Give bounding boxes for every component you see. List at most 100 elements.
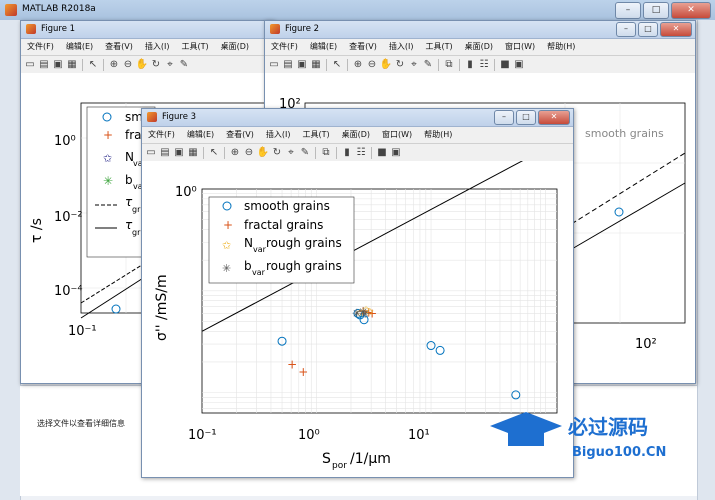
- data-cursor-icon[interactable]: ⌖: [408, 59, 420, 71]
- svg-text:/1/μm: /1/μm: [350, 451, 391, 467]
- rotate-icon[interactable]: ↻: [394, 59, 406, 71]
- svg-text:+: +: [103, 128, 113, 142]
- pan-icon[interactable]: ✋: [380, 59, 392, 71]
- pointer-icon[interactable]: ↖: [208, 147, 220, 159]
- figure-3-maximize-button[interactable]: □: [516, 110, 536, 125]
- fig3-ylabel: σ'' /mS/m: [154, 274, 170, 341]
- menu-view[interactable]: 查看(V): [220, 127, 260, 142]
- figure-2-maximize-button[interactable]: □: [638, 22, 658, 37]
- open-folder-icon[interactable]: ▤: [282, 59, 294, 71]
- menu-edit[interactable]: 编辑(E): [60, 39, 99, 54]
- legend-bvar-sub: var: [252, 268, 266, 277]
- fig2-xtick-0: 10²: [635, 337, 657, 352]
- menu-tools[interactable]: 工具(T): [175, 39, 214, 54]
- hide-plot-tools-icon[interactable]: ■: [499, 59, 511, 71]
- fig3-ytick-0: 10⁰: [175, 185, 197, 200]
- minimize-button[interactable]: –: [615, 2, 641, 19]
- data-cursor-icon[interactable]: ⌖: [285, 147, 297, 159]
- zoom-in-icon[interactable]: ⊕: [352, 59, 364, 71]
- figure-3-title: Figure 3: [162, 112, 197, 122]
- figure-icon: [270, 24, 280, 34]
- svg-text:por: por: [332, 461, 347, 471]
- menu-file[interactable]: 文件(F): [265, 39, 304, 54]
- figure-2-close-button[interactable]: ✕: [660, 22, 692, 37]
- link-icon[interactable]: ⧉: [443, 59, 455, 71]
- figure-3-close-button[interactable]: ✕: [538, 110, 570, 125]
- print-icon[interactable]: ▦: [310, 59, 322, 71]
- menu-window[interactable]: 窗口(W): [376, 127, 418, 142]
- figure-icon: [26, 24, 36, 34]
- hide-plot-tools-icon[interactable]: ■: [376, 147, 388, 159]
- figure-3-minimize-button[interactable]: –: [494, 110, 514, 125]
- show-plot-tools-icon[interactable]: ▣: [390, 147, 402, 159]
- brush-icon[interactable]: ✎: [299, 147, 311, 159]
- menu-view[interactable]: 查看(V): [99, 39, 139, 54]
- menu-edit[interactable]: 编辑(E): [304, 39, 343, 54]
- legend-nvar-main: N: [244, 236, 253, 250]
- maximize-button[interactable]: □: [643, 2, 669, 19]
- menu-window[interactable]: 窗口(W): [499, 39, 541, 54]
- figure-3-menubar: 文件(F) 编辑(E) 查看(V) 插入(I) 工具(T) 桌面(D) 窗口(W…: [142, 127, 573, 142]
- legend-nvar-sub: var: [253, 245, 267, 254]
- open-folder-icon[interactable]: ▤: [38, 59, 50, 71]
- menu-insert[interactable]: 插入(I): [383, 39, 420, 54]
- legend-bvar-rest: rough grains: [266, 259, 342, 273]
- zoom-in-icon[interactable]: ⊕: [108, 59, 120, 71]
- figure-2-minimize-button[interactable]: –: [616, 22, 636, 37]
- colorbar-icon[interactable]: ▮: [464, 59, 476, 71]
- menu-help[interactable]: 帮助(H): [418, 127, 458, 142]
- legend-icon[interactable]: ☷: [478, 59, 490, 71]
- brush-icon[interactable]: ✎: [178, 59, 190, 71]
- zoom-in-icon[interactable]: ⊕: [229, 147, 241, 159]
- fig1-legend-3: b: [125, 173, 133, 187]
- zoom-out-icon[interactable]: ⊖: [243, 147, 255, 159]
- save-icon[interactable]: ▣: [52, 59, 64, 71]
- menu-insert[interactable]: 插入(I): [260, 127, 297, 142]
- pointer-icon[interactable]: ↖: [87, 59, 99, 71]
- legend-icon[interactable]: ☷: [355, 147, 367, 159]
- new-file-icon[interactable]: ▭: [268, 59, 280, 71]
- zoom-out-icon[interactable]: ⊖: [122, 59, 134, 71]
- fig2-legend-partial: smooth grains: [585, 127, 664, 140]
- menu-file[interactable]: 文件(F): [21, 39, 60, 54]
- fig1-xtick-0: 10⁻¹: [68, 324, 97, 339]
- legend-smooth-label: smooth grains: [244, 199, 330, 213]
- brush-icon[interactable]: ✎: [422, 59, 434, 71]
- svg-text:S: S: [322, 451, 331, 467]
- fig1-ytick-2: 10⁻⁴: [54, 284, 83, 299]
- menu-desktop[interactable]: 桌面(D): [336, 127, 376, 142]
- pan-icon[interactable]: ✋: [257, 147, 269, 159]
- menu-insert[interactable]: 插入(I): [139, 39, 176, 54]
- open-folder-icon[interactable]: ▤: [159, 147, 171, 159]
- pointer-icon[interactable]: ↖: [331, 59, 343, 71]
- save-icon[interactable]: ▣: [296, 59, 308, 71]
- watermark-cn: 必过源码: [567, 415, 648, 439]
- menu-desktop[interactable]: 桌面(D): [459, 39, 499, 54]
- menu-file[interactable]: 文件(F): [142, 127, 181, 142]
- rotate-icon[interactable]: ↻: [271, 147, 283, 159]
- save-icon[interactable]: ▣: [173, 147, 185, 159]
- data-cursor-icon[interactable]: ⌖: [164, 59, 176, 71]
- menu-desktop[interactable]: 桌面(D): [215, 39, 255, 54]
- link-icon[interactable]: ⧉: [320, 147, 332, 159]
- print-icon[interactable]: ▦: [187, 147, 199, 159]
- fig1-legend-5-sub: gr: [132, 228, 141, 237]
- right-panel-strip: [697, 20, 715, 500]
- figure-3-title-bar: Figure 3 – □ ✕: [142, 109, 573, 127]
- pan-icon[interactable]: ✋: [136, 59, 148, 71]
- zoom-out-icon[interactable]: ⊖: [366, 59, 378, 71]
- menu-tools[interactable]: 工具(T): [419, 39, 458, 54]
- menu-help[interactable]: 帮助(H): [541, 39, 581, 54]
- menu-tools[interactable]: 工具(T): [296, 127, 335, 142]
- colorbar-icon[interactable]: ▮: [341, 147, 353, 159]
- rotate-icon[interactable]: ↻: [150, 59, 162, 71]
- new-file-icon[interactable]: ▭: [24, 59, 36, 71]
- menu-view[interactable]: 查看(V): [343, 39, 383, 54]
- menu-edit[interactable]: 编辑(E): [181, 127, 220, 142]
- close-button[interactable]: ✕: [671, 2, 711, 19]
- new-file-icon[interactable]: ▭: [145, 147, 157, 159]
- print-icon[interactable]: ▦: [66, 59, 78, 71]
- figure-2-menubar: 文件(F) 编辑(E) 查看(V) 插入(I) 工具(T) 桌面(D) 窗口(W…: [265, 39, 695, 54]
- app-title: MATLAB R2018a: [22, 4, 96, 14]
- show-plot-tools-icon[interactable]: ▣: [513, 59, 525, 71]
